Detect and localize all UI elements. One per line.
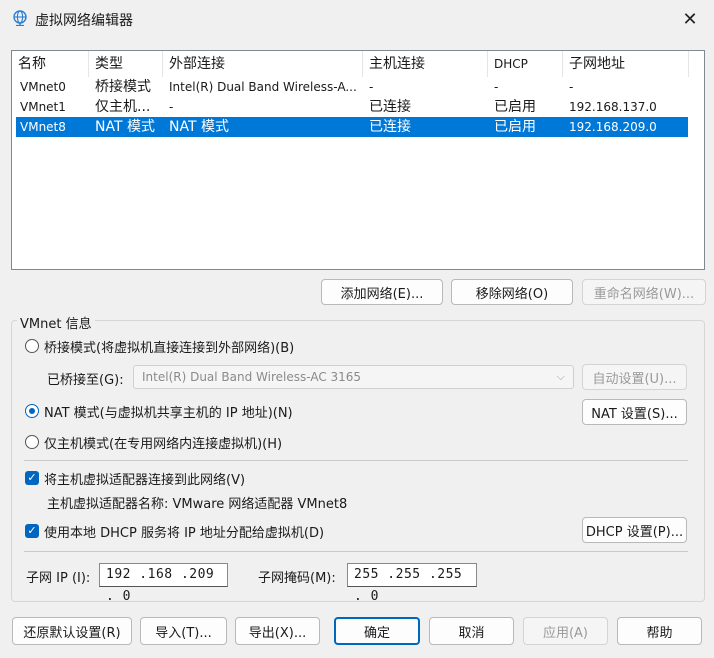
column-header-external[interactable]: 外部连接: [163, 51, 363, 77]
subnet-ip-input[interactable]: 192 .168 .209 . 0: [99, 563, 228, 604]
host-only-label[interactable]: 仅主机模式(在专用网络内连接虚拟机)(H): [44, 433, 282, 452]
cell-host: 已连接: [369, 119, 411, 135]
chevron-down-icon: ⌵: [556, 370, 565, 383]
checkmark-icon: ✓: [27, 524, 37, 537]
table-row[interactable]: VMnet1 仅主机... - 已连接 已启用 192.168.137.0: [16, 97, 688, 117]
cell-name: VMnet0: [20, 80, 66, 94]
cell-host: -: [369, 80, 374, 94]
subnet-mask-input[interactable]: 255 .255 .255 . 0: [347, 563, 477, 604]
cancel-button[interactable]: 取消: [429, 617, 514, 645]
vmnet-info-label: VMnet 信息: [17, 313, 95, 332]
bridged-mode-label[interactable]: 桥接模式(将虚拟机直接连接到外部网络)(B): [44, 337, 294, 356]
subnet-mask-label: 子网掩码(M):: [258, 571, 336, 586]
column-header-host[interactable]: 主机连接: [363, 51, 488, 77]
window-title: 虚拟网络编辑器: [35, 13, 133, 29]
column-header-dhcp[interactable]: DHCP: [488, 51, 563, 77]
column-header-subnet[interactable]: 子网地址: [563, 51, 689, 77]
nat-mode-radio[interactable]: [25, 404, 39, 418]
remove-network-button[interactable]: 移除网络(O): [451, 279, 573, 305]
cell-subnet: 192.168.209.0: [569, 120, 657, 134]
dhcp-checkbox[interactable]: ✓: [25, 524, 39, 538]
bridged-to-select[interactable]: Intel(R) Dual Band Wireless-AC 3165 ⌵: [133, 365, 574, 389]
column-header-type[interactable]: 类型: [89, 51, 163, 77]
network-globe-icon: [13, 10, 27, 26]
cell-name: VMnet1: [20, 100, 66, 114]
divider: [24, 551, 688, 552]
dhcp-settings-button[interactable]: DHCP 设置(P)...: [582, 517, 687, 543]
dhcp-label[interactable]: 使用本地 DHCP 服务将 IP 地址分配给虚拟机(D): [44, 522, 324, 541]
cell-type: 桥接模式: [95, 79, 151, 95]
adapter-name-text: 主机虚拟适配器名称: VMware 网络适配器 VMnet8: [47, 497, 348, 512]
rename-network-button[interactable]: 重命名网络(W)...: [582, 279, 706, 305]
cell-type: NAT 模式: [95, 119, 155, 135]
cell-host: 已连接: [369, 99, 411, 115]
cell-dhcp: 已启用: [494, 99, 536, 115]
vmnet-info-group: [11, 320, 705, 602]
export-button[interactable]: 导出(X)...: [235, 617, 320, 645]
cell-external: Intel(R) Dual Band Wireless-A...: [169, 80, 357, 94]
connect-adapter-label[interactable]: 将主机虚拟适配器连接到此网络(V): [44, 469, 245, 488]
cell-name: VMnet8: [20, 120, 66, 134]
divider: [24, 460, 688, 461]
add-network-button[interactable]: 添加网络(E)...: [321, 279, 443, 305]
bridged-to-label: 已桥接至(G):: [47, 373, 124, 388]
import-button[interactable]: 导入(T)...: [140, 617, 227, 645]
host-only-radio[interactable]: [25, 435, 39, 449]
subnet-ip-label: 子网 IP (I):: [26, 571, 91, 586]
restore-defaults-button[interactable]: 还原默认设置(R): [12, 617, 132, 645]
cell-dhcp: -: [494, 80, 499, 94]
checkmark-icon: ✓: [27, 471, 37, 484]
cell-type: 仅主机...: [95, 99, 151, 115]
table-row-selected[interactable]: VMnet8 NAT 模式 NAT 模式 已连接 已启用 192.168.209…: [16, 117, 688, 137]
apply-button[interactable]: 应用(A): [523, 617, 608, 645]
cell-subnet: -: [569, 80, 574, 94]
cell-dhcp: 已启用: [494, 119, 536, 135]
cell-external: NAT 模式: [169, 119, 229, 135]
column-header-name[interactable]: 名称: [12, 51, 89, 77]
close-button[interactable]: ✕: [672, 4, 708, 34]
table-row[interactable]: VMnet0 桥接模式 Intel(R) Dual Band Wireless-…: [16, 77, 688, 97]
network-list[interactable]: 名称 类型 外部连接 主机连接 DHCP 子网地址 VMnet0 桥接模式 In…: [11, 50, 705, 270]
bridged-mode-radio[interactable]: [25, 339, 39, 353]
ok-button[interactable]: 确定: [334, 617, 420, 645]
nat-settings-button[interactable]: NAT 设置(S)...: [582, 399, 687, 425]
auto-settings-button[interactable]: 自动设置(U)...: [582, 364, 687, 390]
nat-mode-label[interactable]: NAT 模式(与虚拟机共享主机的 IP 地址)(N): [44, 402, 293, 421]
help-button[interactable]: 帮助: [617, 617, 702, 645]
connect-adapter-checkbox[interactable]: ✓: [25, 471, 39, 485]
bridged-to-value: Intel(R) Dual Band Wireless-AC 3165: [142, 370, 362, 384]
close-icon: ✕: [682, 8, 698, 30]
cell-subnet: 192.168.137.0: [569, 100, 657, 114]
cell-external: -: [169, 100, 174, 114]
